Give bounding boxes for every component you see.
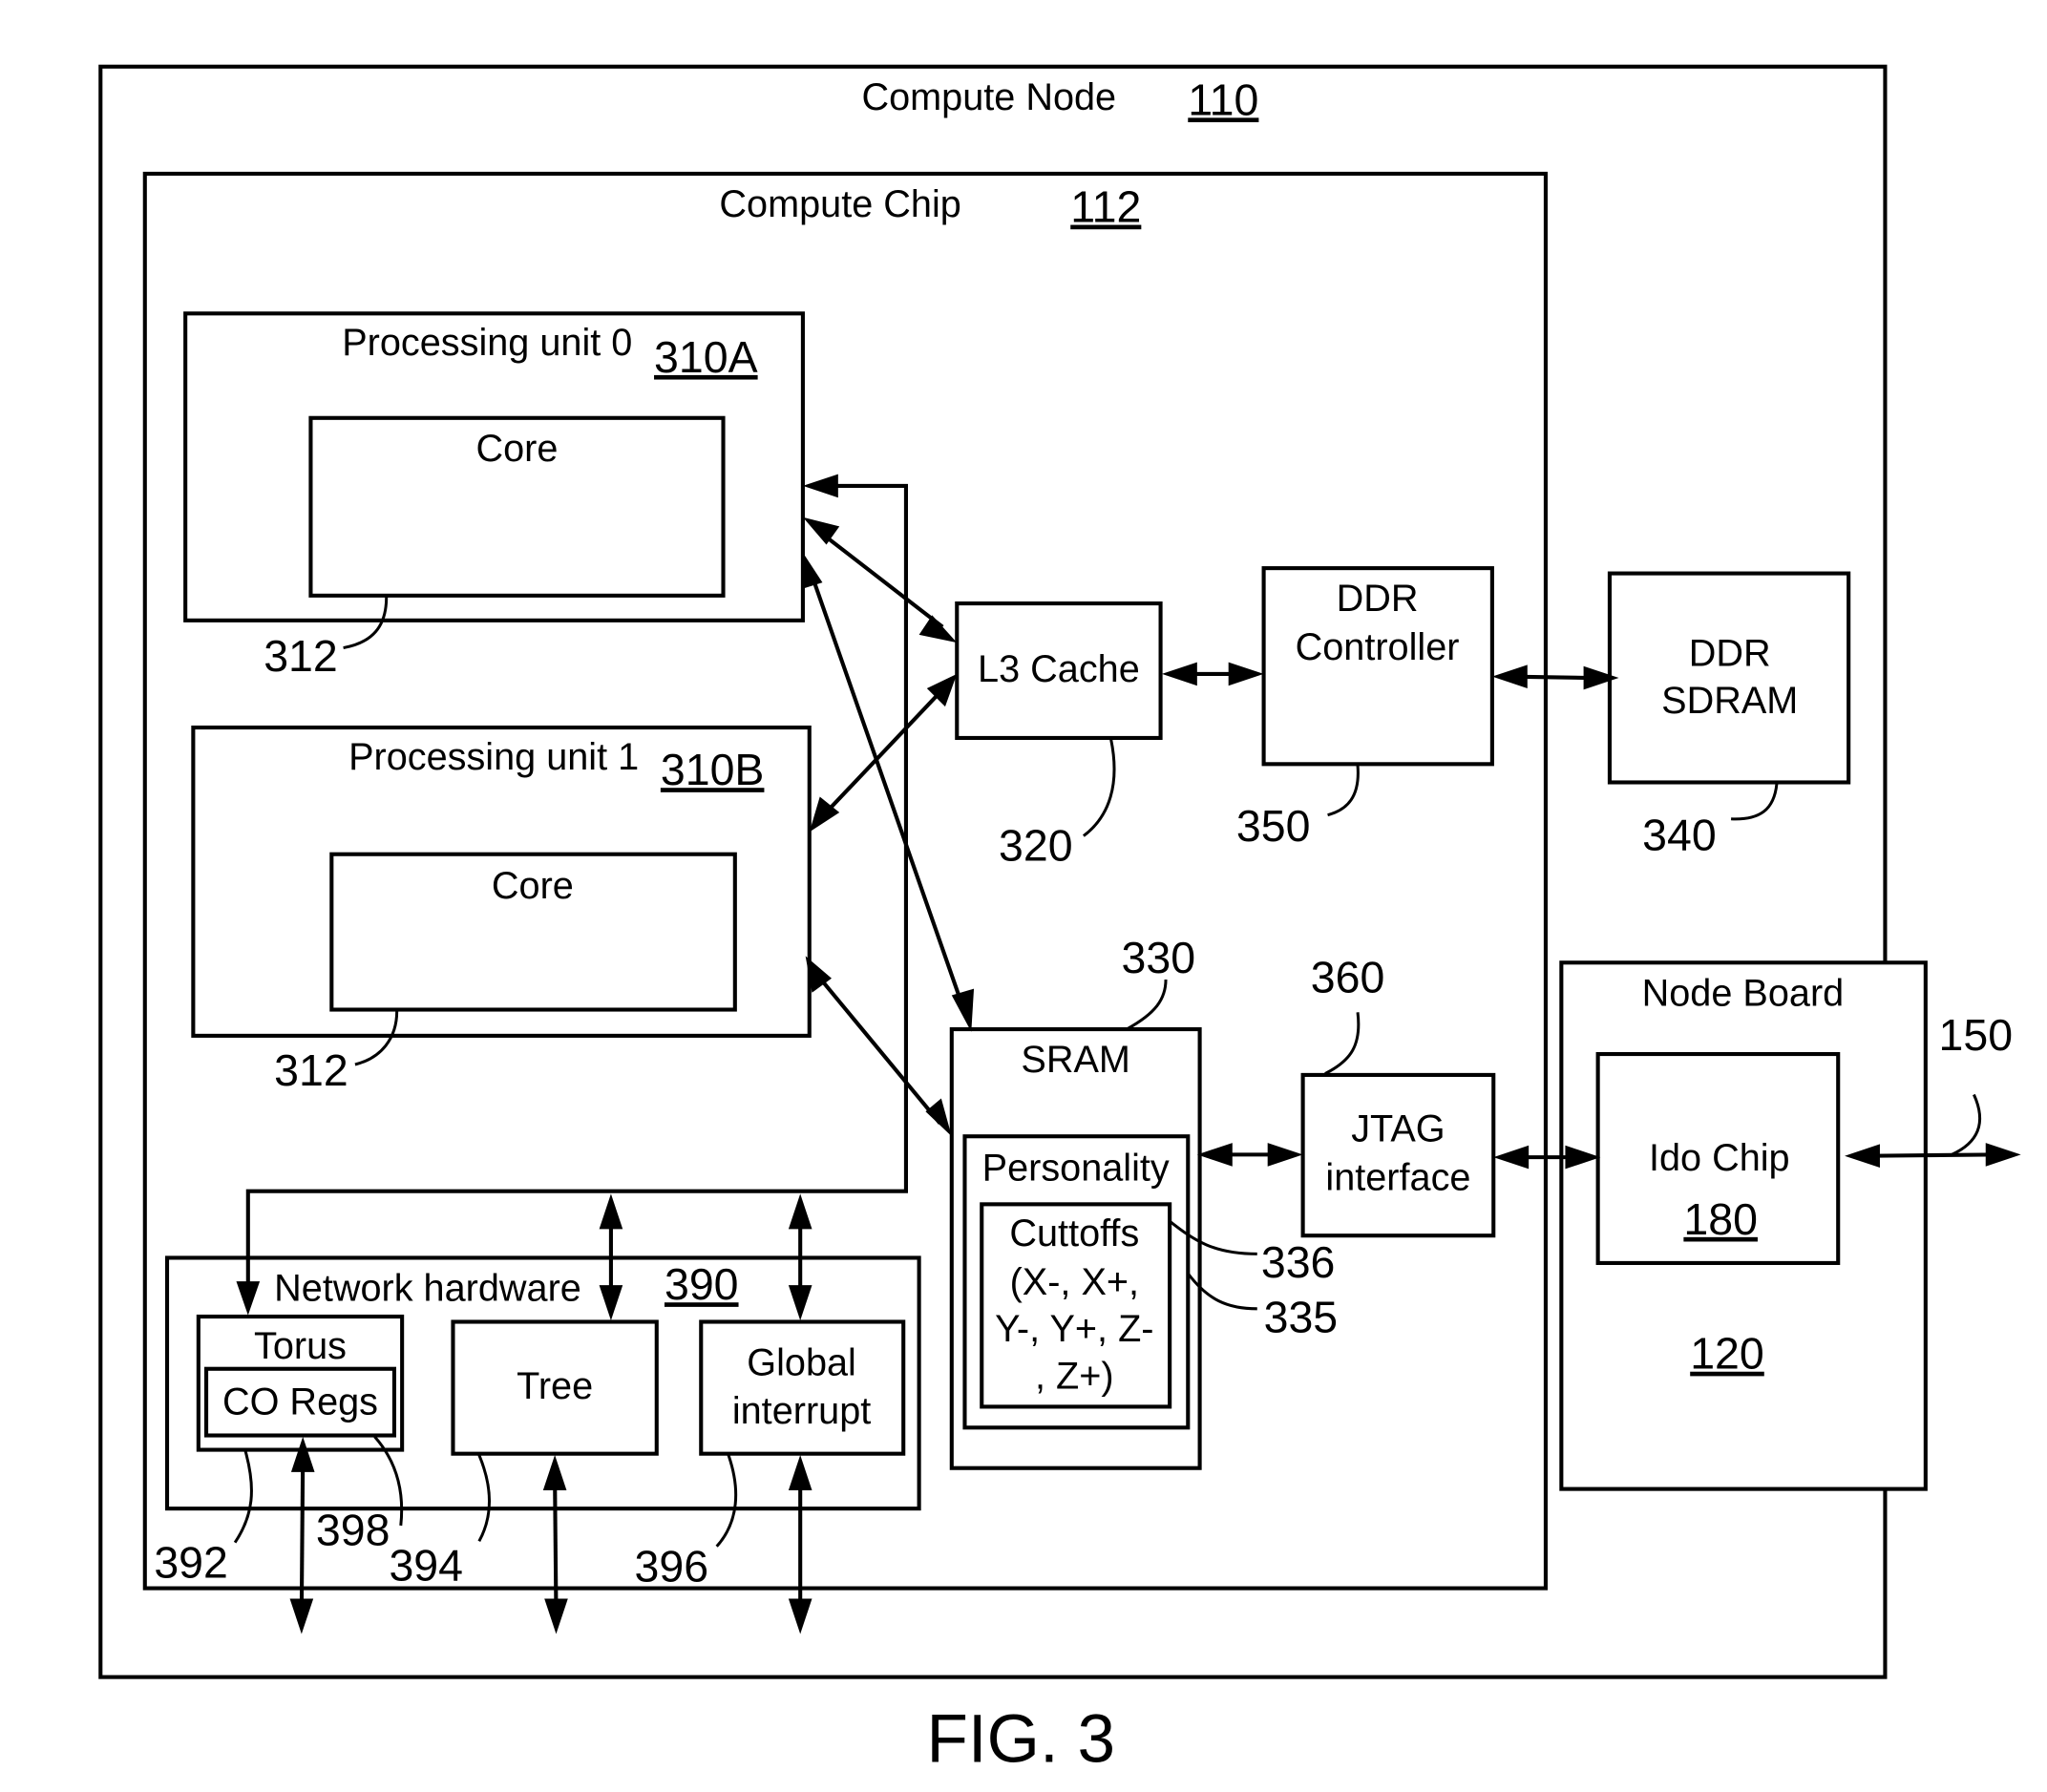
processing-unit-1-ref: 310B [661,745,765,794]
jtag-ref: 360 [1311,953,1385,1002]
global-interrupt-ref: 396 [635,1542,709,1592]
torus-ref: 392 [154,1538,228,1588]
co-regs-ref: 398 [316,1505,390,1554]
node-board: Node Board Ido Chip 180 120 150 [1559,960,2014,1491]
torus-label: Torus [254,1325,347,1367]
personality-ref: 335 [1264,1292,1339,1341]
ddr-controller-line2: Controller [1296,626,1460,668]
ddr-sdram-ref: 340 [1642,811,1717,860]
global-interrupt-line1: Global [747,1342,856,1384]
l3-cache-ref: 320 [999,821,1073,871]
cutoffs-line-3: Y-, Y+, Z- [995,1308,1153,1350]
processing-unit-0-title: Processing unit 0 [342,322,632,364]
node-board-ref: 120 [1690,1329,1764,1379]
co-regs-label: CO Regs [222,1381,378,1423]
link-tree-bottom [553,1475,559,1613]
processing-unit-1-title: Processing unit 1 [348,736,639,778]
core-0-label: Core [475,428,558,470]
node-board-title: Node Board [1642,972,1845,1014]
ddr-sdram-box [1607,571,1851,785]
sram-label: SRAM [1021,1039,1130,1081]
network-hardware-ref: 390 [665,1259,739,1309]
tree-label: Tree [517,1365,593,1407]
core-1-ref: 312 [274,1045,348,1095]
core-1-label: Core [492,865,574,907]
jtag-line1: JTAG [1351,1108,1445,1150]
link-coregs-bottom [299,1456,306,1613]
personality-label: Personality [982,1148,1170,1190]
compute-chip-ref: 112 [1070,182,1141,232]
global-interrupt-line2: interrupt [732,1390,871,1432]
processing-unit-0-ref: 310A [654,332,758,382]
link-150-leader [1951,1093,1982,1156]
l3-cache-label: L3 Cache [978,648,1140,690]
fig3-diagram: Compute Node 110 Compute Chip 112 Proces… [98,64,2021,1778]
network-hardware-title: Network hardware [274,1268,581,1310]
compute-chip-title: Compute Chip [719,183,960,225]
link-ido-external [1864,1152,1998,1158]
tree-ref: 394 [389,1540,463,1590]
ido-chip-ref: 180 [1683,1194,1758,1244]
cutoffs-ref: 336 [1261,1237,1336,1287]
figure-caption: FIG. 3 [927,1702,1116,1778]
arrowhead-ido-external-b [1985,1143,2021,1167]
ddr-sdram-line2: SDRAM [1661,680,1798,722]
core-0-ref: 312 [264,631,338,681]
ido-chip-label: Ido Chip [1649,1137,1790,1179]
jtag-box [1300,1072,1496,1238]
cutoffs-line-2: (X-, X+, [1010,1261,1139,1303]
sram-ref: 330 [1122,933,1196,982]
ddr-controller-ref: 350 [1236,801,1311,851]
link-150-ref: 150 [1939,1010,2014,1060]
compute-node-ref: 110 [1188,74,1258,124]
jtag-line2: interface [1325,1156,1470,1198]
cutoffs-line-1: Cuttoffs [1009,1212,1139,1254]
ddr-controller-line1: DDR [1337,578,1419,620]
cutoffs-line-4: , Z+) [1035,1355,1114,1397]
compute-node-title: Compute Node [861,76,1116,118]
ddr-sdram-line1: DDR [1689,633,1771,675]
